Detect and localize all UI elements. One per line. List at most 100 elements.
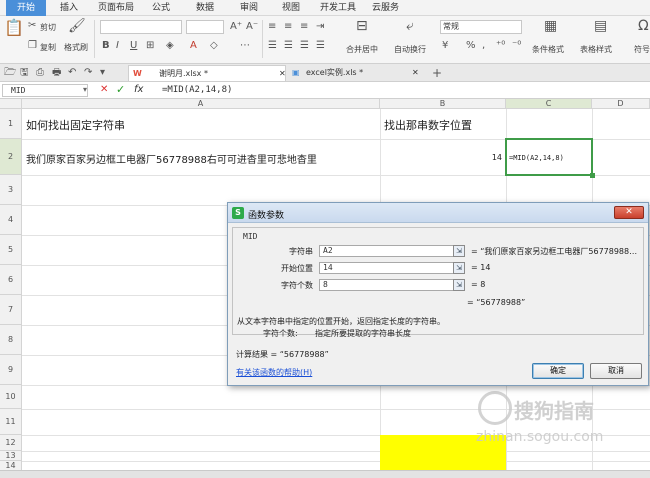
merge-icon[interactable]: ⊟ [356, 19, 368, 33]
align-right-icon[interactable]: ☰ [300, 40, 309, 52]
name-box[interactable]: MID [2, 84, 88, 97]
row-header[interactable]: 1 [0, 109, 22, 139]
ok-button[interactable]: 确定 [532, 363, 584, 379]
bold-button[interactable]: B [102, 40, 110, 52]
range-picker-icon[interactable]: ⇲ [453, 262, 465, 274]
close-icon[interactable]: ✕ [279, 66, 286, 82]
symbol-button[interactable]: 符号 [634, 44, 650, 55]
print-preview-icon[interactable]: ⎙ [36, 67, 44, 79]
border-icon[interactable]: ⊞ [146, 40, 154, 52]
menu-developer[interactable]: 开发工具 [320, 0, 356, 16]
row-header[interactable]: 6 [0, 265, 22, 295]
chevron-down-icon[interactable]: ▾ [100, 67, 105, 79]
indent-icon[interactable]: ⇥ [316, 21, 324, 33]
close-icon[interactable]: ✕ [614, 206, 644, 219]
undo-icon[interactable]: ↶ [68, 67, 76, 79]
increase-decimal-icon[interactable]: ⁺⁰ [496, 40, 505, 52]
open-icon[interactable]: 🗁 [4, 67, 16, 79]
row-header[interactable]: 7 [0, 295, 22, 325]
percent-button[interactable]: % [466, 40, 476, 52]
justify-icon[interactable]: ☰ [316, 40, 325, 52]
format-painter-button[interactable]: 格式刷 [64, 42, 88, 53]
copy-icon[interactable]: ❐ [28, 40, 37, 52]
row-header[interactable]: 11 [0, 409, 22, 435]
menu-insert[interactable]: 插入 [60, 0, 78, 16]
add-tab-icon[interactable]: + [432, 67, 442, 79]
row-header[interactable]: 10 [0, 385, 22, 409]
print-icon[interactable]: 🖶 [52, 67, 61, 79]
row-header[interactable]: 5 [0, 235, 22, 265]
arg-input-length[interactable]: 8 [319, 279, 459, 291]
align-dropdown-icon[interactable]: ⋯ [240, 40, 250, 52]
cell-b2[interactable]: 14 [384, 153, 502, 162]
align-bottom-icon[interactable]: ≡ [300, 21, 308, 33]
clear-icon[interactable]: ◇ [210, 40, 218, 52]
row-header[interactable]: 2 [0, 139, 22, 175]
row-header[interactable]: 13 [0, 451, 22, 461]
align-middle-icon[interactable]: ≡ [284, 21, 292, 33]
row-header[interactable]: 4 [0, 205, 22, 235]
wrap-icon[interactable]: ⤶ [406, 19, 414, 33]
menu-review[interactable]: 审阅 [240, 0, 258, 16]
font-shrink-icon[interactable]: A⁻ [246, 21, 258, 33]
thousands-icon[interactable]: , [482, 40, 485, 52]
fill-color-icon[interactable]: ◈ [166, 40, 174, 52]
conditional-format-button[interactable]: 条件格式 [532, 44, 564, 55]
fill-handle[interactable] [590, 173, 595, 178]
font-grow-icon[interactable]: A⁺ [230, 21, 242, 33]
column-header-b[interactable]: B [380, 99, 506, 109]
tab-xieminyue[interactable]: W 谢明月.xlsx * ✕ [128, 65, 286, 81]
row-header[interactable]: 12 [0, 435, 22, 451]
column-header-a[interactable]: A [22, 99, 380, 109]
cancel-button[interactable]: 取消 [590, 363, 642, 379]
cell-b1[interactable]: 找出那串数字位置 [384, 117, 472, 133]
row-header[interactable]: 9 [0, 355, 22, 385]
scissors-icon[interactable]: ✂ [28, 20, 36, 32]
dialog-title-bar[interactable]: S 函数参数 ✕ [228, 203, 648, 223]
menu-cloud[interactable]: 云服务 [372, 0, 399, 16]
tab-excel-example[interactable]: ▣ excel实例.xls * ✕ [290, 65, 426, 81]
range-picker-icon[interactable]: ⇲ [453, 279, 465, 291]
menu-home[interactable]: 开始 [6, 0, 46, 16]
align-center-icon[interactable]: ☰ [284, 40, 293, 52]
menu-page-layout[interactable]: 页面布局 [98, 0, 134, 16]
arg-input-text[interactable]: A2 [319, 245, 459, 257]
number-format-select[interactable]: 常规 [440, 20, 522, 34]
menu-data[interactable]: 数据 [196, 0, 214, 16]
font-color-icon[interactable]: A [190, 40, 197, 52]
paste-icon[interactable]: 📋 [4, 20, 24, 36]
confirm-formula-button[interactable]: ✓ [116, 83, 125, 96]
merge-center-button[interactable]: 合并居中 [346, 44, 378, 55]
conditional-format-icon[interactable]: ▦ [544, 19, 557, 33]
redo-icon[interactable]: ↷ [84, 67, 92, 79]
font-name-select[interactable] [100, 20, 182, 34]
table-style-icon[interactable]: ▤ [594, 19, 607, 33]
select-all-corner[interactable] [0, 99, 22, 109]
table-style-button[interactable]: 表格样式 [580, 44, 612, 55]
copy-button[interactable]: 复制 [40, 42, 56, 53]
function-help-link[interactable]: 有关该函数的帮助(H) [236, 367, 312, 378]
range-picker-icon[interactable]: ⇲ [453, 245, 465, 257]
align-left-icon[interactable]: ☰ [268, 40, 277, 52]
column-header-c[interactable]: C [506, 99, 592, 109]
column-header-d[interactable]: D [592, 99, 650, 109]
menu-formulas[interactable]: 公式 [152, 0, 170, 16]
menu-view[interactable]: 视图 [282, 0, 300, 16]
auto-wrap-button[interactable]: 自动换行 [394, 44, 426, 55]
active-cell-c2[interactable]: =MID(A2,14,8) [505, 138, 595, 178]
formula-input[interactable]: =MID(A2,14,8) [158, 84, 646, 97]
italic-button[interactable]: I [116, 40, 119, 52]
save-icon[interactable]: 🖫 [20, 67, 29, 79]
underline-button[interactable]: U [130, 40, 137, 52]
cancel-formula-button[interactable]: ✕ [100, 84, 108, 95]
row-header[interactable]: 8 [0, 325, 22, 355]
cut-button[interactable]: 剪切 [40, 22, 56, 33]
close-icon[interactable]: ✕ [412, 65, 419, 81]
brush-icon[interactable]: 🖌 [68, 19, 86, 33]
font-size-select[interactable] [186, 20, 224, 34]
insert-function-button[interactable]: fx [134, 84, 143, 95]
row-header[interactable]: 3 [0, 175, 22, 205]
decrease-decimal-icon[interactable]: ⁻⁰ [512, 40, 521, 52]
cell-a1[interactable]: 如何找出固定字符串 [26, 117, 125, 133]
chevron-down-icon[interactable]: ▾ [83, 85, 87, 94]
